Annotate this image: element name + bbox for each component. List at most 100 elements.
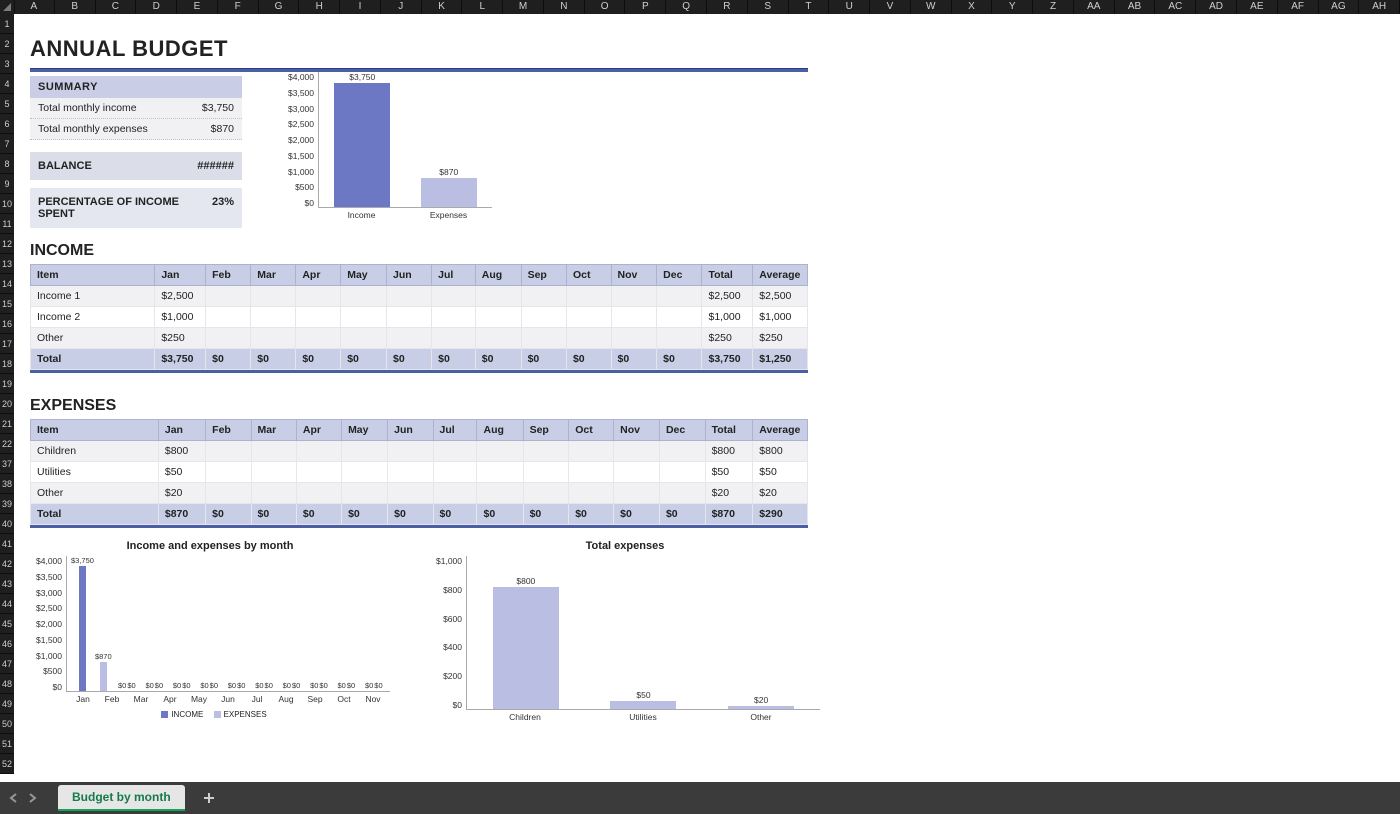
item-cell[interactable]: Children [31,441,159,462]
row-header[interactable]: 15 [0,294,14,314]
worksheet[interactable]: ANNUAL BUDGET SUMMARY Total monthly inco… [14,14,1400,782]
value-cell[interactable] [387,328,432,349]
row-header[interactable]: 46 [0,634,14,654]
value-cell[interactable] [523,462,569,483]
row-header[interactable]: 50 [0,714,14,734]
col-header[interactable]: AC [1155,0,1196,14]
sheet-tab-active[interactable]: Budget by month [58,785,185,811]
value-cell[interactable] [251,483,296,504]
table-total-row[interactable]: Total$3,750$0$0$0$0$0$0$0$0$0$0$0$3,750$… [31,349,808,370]
value-cell[interactable]: $20 [158,483,205,504]
row-header[interactable]: 52 [0,754,14,774]
summary-row-income[interactable]: Total monthly income $3,750 [30,98,242,119]
row-header[interactable]: 11 [0,214,14,234]
row-header[interactable]: 48 [0,674,14,694]
col-header[interactable]: AG [1319,0,1360,14]
total-cell[interactable]: $250 [702,328,753,349]
value-cell[interactable] [614,483,660,504]
value-cell[interactable] [432,286,476,307]
value-cell[interactable] [251,286,296,307]
table-row[interactable]: Other$20$20$20 [31,483,808,504]
value-cell[interactable] [432,307,476,328]
value-cell[interactable] [475,328,521,349]
summary-row-expenses[interactable]: Total monthly expenses $870 [30,119,242,140]
value-cell[interactable]: $50 [158,462,205,483]
col-header[interactable]: H [299,0,340,14]
col-header[interactable]: AE [1237,0,1278,14]
col-header[interactable]: C [96,0,137,14]
value-cell[interactable] [296,483,341,504]
tab-scroll-left-icon[interactable] [6,790,22,806]
col-header[interactable]: AF [1278,0,1319,14]
row-header[interactable]: 18 [0,354,14,374]
balance-row[interactable]: BALANCE ###### [30,152,242,180]
col-header[interactable]: R [707,0,748,14]
column-headers[interactable]: ABCDEFGHIJKLMNOPQRSTUVWXYZAAABACADAEAFAG… [14,0,1400,14]
row-header[interactable]: 19 [0,374,14,394]
total-cell[interactable]: $2,500 [702,286,753,307]
col-header[interactable]: X [952,0,993,14]
total-cell[interactable]: $1,000 [702,307,753,328]
value-cell[interactable]: $800 [158,441,205,462]
item-cell[interactable]: Income 1 [31,286,155,307]
col-header[interactable]: O [585,0,626,14]
row-header[interactable]: 7 [0,134,14,154]
value-cell[interactable] [433,462,477,483]
table-row[interactable]: Utilities$50$50$50 [31,462,808,483]
row-header[interactable]: 47 [0,654,14,674]
value-cell[interactable] [614,441,660,462]
row-header[interactable]: 20 [0,394,14,414]
value-cell[interactable] [388,483,433,504]
row-header[interactable]: 12 [0,234,14,254]
value-cell[interactable] [566,286,611,307]
value-cell[interactable] [611,286,657,307]
total-cell[interactable]: $800 [705,441,753,462]
row-header[interactable]: 43 [0,574,14,594]
value-cell[interactable] [388,462,433,483]
row-header[interactable]: 6 [0,114,14,134]
value-cell[interactable] [657,286,702,307]
value-cell[interactable] [566,328,611,349]
row-header[interactable]: 41 [0,534,14,554]
value-cell[interactable] [296,328,341,349]
row-header[interactable]: 42 [0,554,14,574]
col-header[interactable]: K [422,0,463,14]
row-header[interactable]: 1 [0,14,14,34]
col-header[interactable]: AD [1196,0,1237,14]
value-cell[interactable] [206,483,251,504]
col-header[interactable]: T [789,0,830,14]
col-header[interactable]: W [911,0,952,14]
row-header[interactable]: 16 [0,314,14,334]
value-cell[interactable] [206,441,251,462]
value-cell[interactable] [432,328,476,349]
value-cell[interactable] [521,286,566,307]
summary-chart[interactable]: $4,000$3,500$3,000$2,500$2,000$1,500$1,0… [282,72,492,222]
row-header[interactable]: 22 [0,434,14,454]
value-cell[interactable] [569,462,614,483]
row-header[interactable]: 3 [0,54,14,74]
col-header[interactable]: AA [1074,0,1115,14]
row-header[interactable]: 38 [0,474,14,494]
row-header[interactable]: 51 [0,734,14,754]
col-header[interactable]: P [625,0,666,14]
value-cell[interactable]: $2,500 [155,286,206,307]
value-cell[interactable] [296,441,341,462]
col-header[interactable]: F [218,0,259,14]
value-cell[interactable] [296,462,341,483]
value-cell[interactable]: $250 [155,328,206,349]
value-cell[interactable] [433,483,477,504]
value-cell[interactable] [477,483,523,504]
col-header[interactable]: J [381,0,422,14]
avg-cell[interactable]: $1,000 [753,307,808,328]
row-header[interactable]: 9 [0,174,14,194]
row-header[interactable]: 49 [0,694,14,714]
value-cell[interactable] [251,328,296,349]
col-header[interactable]: D [136,0,177,14]
income-table[interactable]: ItemJanFebMarAprMayJunJulAugSepOctNovDec… [30,264,808,370]
value-cell[interactable] [341,328,387,349]
value-cell[interactable] [477,441,523,462]
value-cell[interactable] [521,307,566,328]
item-cell[interactable]: Income 2 [31,307,155,328]
row-header[interactable]: 40 [0,514,14,534]
row-header[interactable]: 45 [0,614,14,634]
